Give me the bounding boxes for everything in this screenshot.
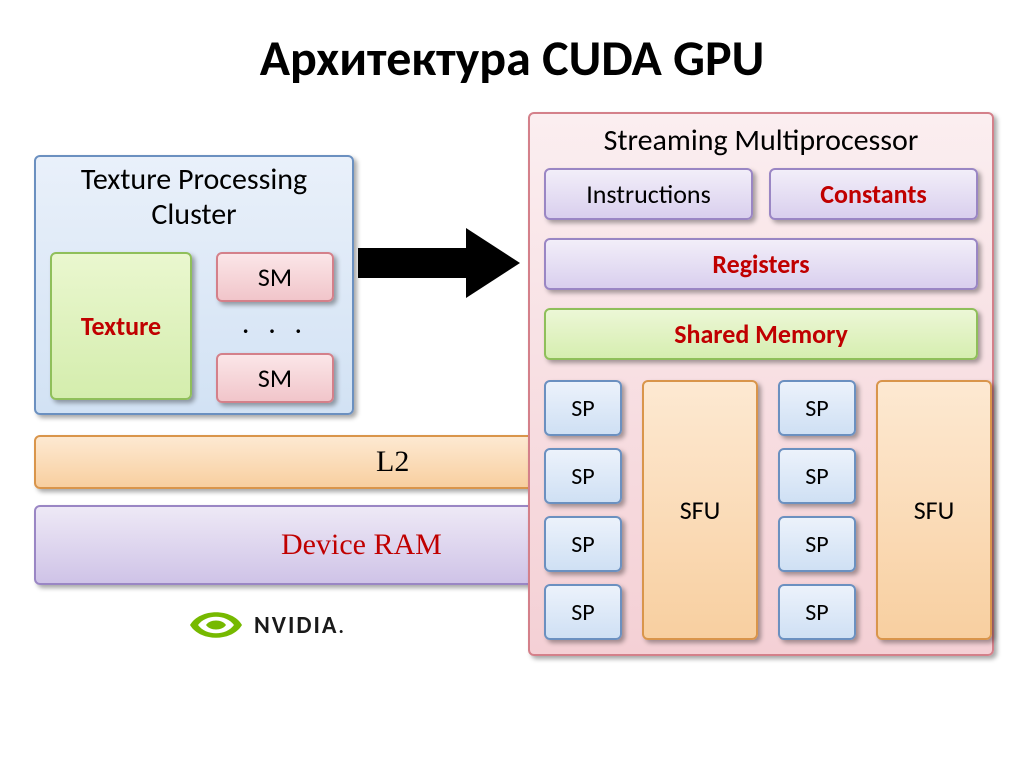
nvidia-logo: NVIDIA. bbox=[188, 600, 428, 650]
sp-block: SP bbox=[544, 448, 622, 504]
sm-ellipsis: . . . bbox=[216, 305, 334, 342]
sfu-block: SFU bbox=[876, 380, 992, 640]
registers-block: Registers bbox=[544, 238, 978, 290]
sp-block: SP bbox=[544, 380, 622, 436]
sp-block: SP bbox=[778, 584, 856, 640]
sfu-block: SFU bbox=[642, 380, 758, 640]
sp-block: SP bbox=[778, 380, 856, 436]
l2-label: L2 bbox=[376, 445, 409, 479]
constants-block: Constants bbox=[769, 168, 978, 220]
slide-title: Архитектура CUDA GPU bbox=[0, 0, 1024, 89]
sp-block: SP bbox=[778, 448, 856, 504]
nvidia-eye-icon bbox=[188, 606, 244, 644]
texture-label: Texture bbox=[81, 310, 161, 342]
sm-block: SM bbox=[216, 252, 334, 302]
tpc-title: Texture Processing Cluster bbox=[36, 157, 352, 234]
sm-label: SM bbox=[258, 362, 292, 394]
texture-block: Texture bbox=[50, 252, 192, 400]
sp-block: SP bbox=[778, 516, 856, 572]
sm-block: SM bbox=[216, 353, 334, 403]
smp-title: Streaming Multiprocessor bbox=[530, 114, 992, 165]
instructions-block: Instructions bbox=[544, 168, 753, 220]
tpc-block: Texture Processing Cluster Texture SM . … bbox=[34, 155, 354, 415]
shared-memory-block: Shared Memory bbox=[544, 308, 978, 360]
streaming-multiprocessor-block: Streaming Multiprocessor Instructions Co… bbox=[528, 112, 994, 656]
sp-block: SP bbox=[544, 584, 622, 640]
nvidia-word: NVIDIA. bbox=[254, 611, 346, 640]
arrow-icon bbox=[358, 228, 528, 298]
sp-block: SP bbox=[544, 516, 622, 572]
sm-label: SM bbox=[258, 261, 292, 293]
device-ram-label: Device RAM bbox=[281, 528, 442, 562]
